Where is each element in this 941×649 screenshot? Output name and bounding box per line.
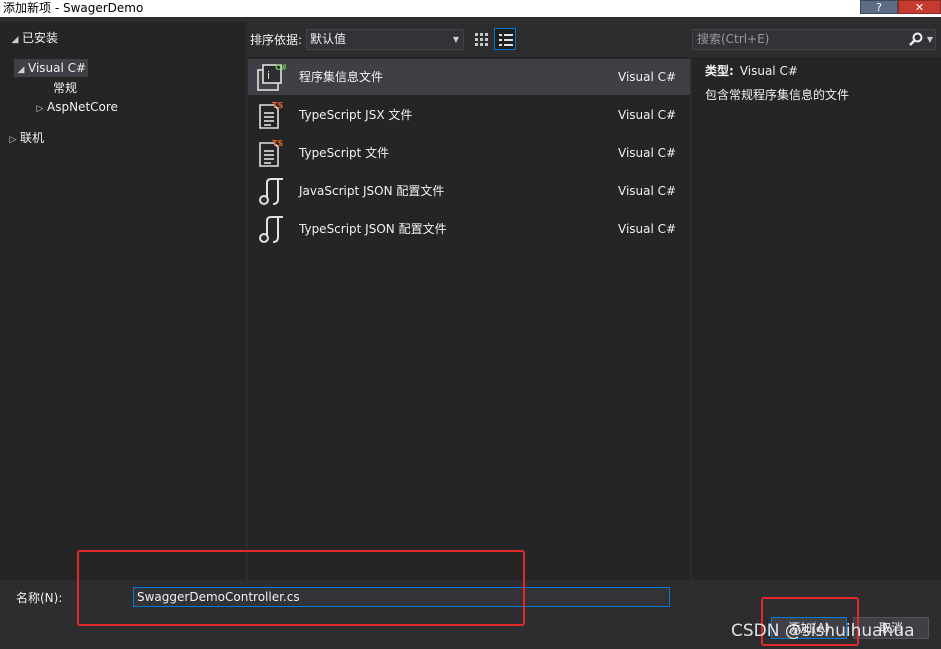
search-icon[interactable]	[909, 32, 923, 46]
svg-text:i: i	[267, 69, 270, 82]
list-view-icon	[499, 34, 513, 46]
template-details: 类型: Visual C# 包含常规程序集信息的文件	[692, 57, 941, 580]
tree-item-general[interactable]: 常规	[53, 79, 77, 97]
sort-value: 默认值	[310, 32, 347, 46]
sort-label: 排序依据:	[250, 33, 303, 47]
tree-item-aspnetcore[interactable]: ▷ AspNetCore	[33, 98, 118, 116]
help-button[interactable]: ?	[860, 0, 898, 14]
assembly-info-icon: i C#	[257, 63, 286, 91]
collapsed-arrow-icon[interactable]: ▷	[6, 131, 20, 149]
template-language: Visual C#	[618, 222, 677, 236]
template-type: 类型: Visual C#	[705, 63, 798, 79]
close-button[interactable]: ✕	[898, 0, 941, 14]
json-config-icon	[259, 216, 283, 243]
template-name: 程序集信息文件	[299, 70, 384, 84]
highlight-box-name	[77, 550, 525, 626]
search-placeholder: 搜索(Ctrl+E)	[697, 32, 770, 46]
template-item[interactable]: TS TypeScript JSX 文件 Visual C#	[248, 97, 690, 133]
expanded-arrow-icon[interactable]: ◢	[8, 31, 22, 49]
template-name: TypeScript JSX 文件	[299, 108, 413, 122]
template-item[interactable]: TypeScript JSON 配置文件 Visual C#	[248, 211, 690, 247]
template-name: JavaScript JSON 配置文件	[299, 184, 445, 198]
tree-item-visual-csharp[interactable]: ◢ Visual C#	[14, 59, 88, 77]
template-item[interactable]: i C# 程序集信息文件 Visual C#	[248, 59, 690, 95]
svg-text:TS: TS	[272, 139, 283, 148]
title-bar: 添加新项 - SwagerDemo ? ✕	[0, 0, 941, 17]
sort-dropdown[interactable]: 默认值 ▼	[306, 29, 464, 50]
template-name: TypeScript JSON 配置文件	[299, 222, 447, 236]
template-language: Visual C#	[618, 70, 677, 84]
template-item[interactable]: JavaScript JSON 配置文件 Visual C#	[248, 173, 690, 209]
expanded-arrow-icon[interactable]: ◢	[14, 61, 28, 79]
name-label: 名称(N):	[16, 591, 63, 605]
search-input[interactable]: 搜索(Ctrl+E) ▼	[692, 29, 936, 50]
template-item[interactable]: TS TypeScript 文件 Visual C#	[248, 135, 690, 171]
template-description: 包含常规程序集信息的文件	[705, 88, 850, 102]
typescript-file-icon: TS	[259, 101, 283, 129]
template-language: Visual C#	[618, 146, 677, 160]
type-value: Visual C#	[739, 64, 798, 78]
svg-text:C#: C#	[275, 63, 286, 72]
template-language: Visual C#	[618, 108, 677, 122]
grid-view-button[interactable]	[470, 28, 492, 50]
svg-text:TS: TS	[272, 101, 283, 110]
list-view-button[interactable]	[494, 28, 516, 50]
json-config-icon	[259, 178, 283, 205]
template-list: i C# 程序集信息文件 Visual C# TS TypeScript JSX…	[248, 57, 690, 580]
template-language: Visual C#	[618, 184, 677, 198]
collapsed-arrow-icon[interactable]: ▷	[33, 100, 47, 118]
chevron-down-icon: ▼	[452, 35, 459, 44]
typescript-file-icon: TS	[259, 139, 283, 167]
type-label: 类型:	[705, 64, 734, 78]
tree-item-installed[interactable]: ◢ 已安装	[8, 29, 58, 47]
watermark: CSDN @sishuihuahua	[731, 621, 915, 641]
search-options-icon[interactable]: ▼	[927, 30, 933, 49]
template-name: TypeScript 文件	[299, 146, 390, 160]
tree-item-online[interactable]: ▷ 联机	[6, 129, 44, 147]
grid-view-icon	[475, 33, 488, 46]
window-title: 添加新项 - SwagerDemo	[3, 1, 144, 15]
